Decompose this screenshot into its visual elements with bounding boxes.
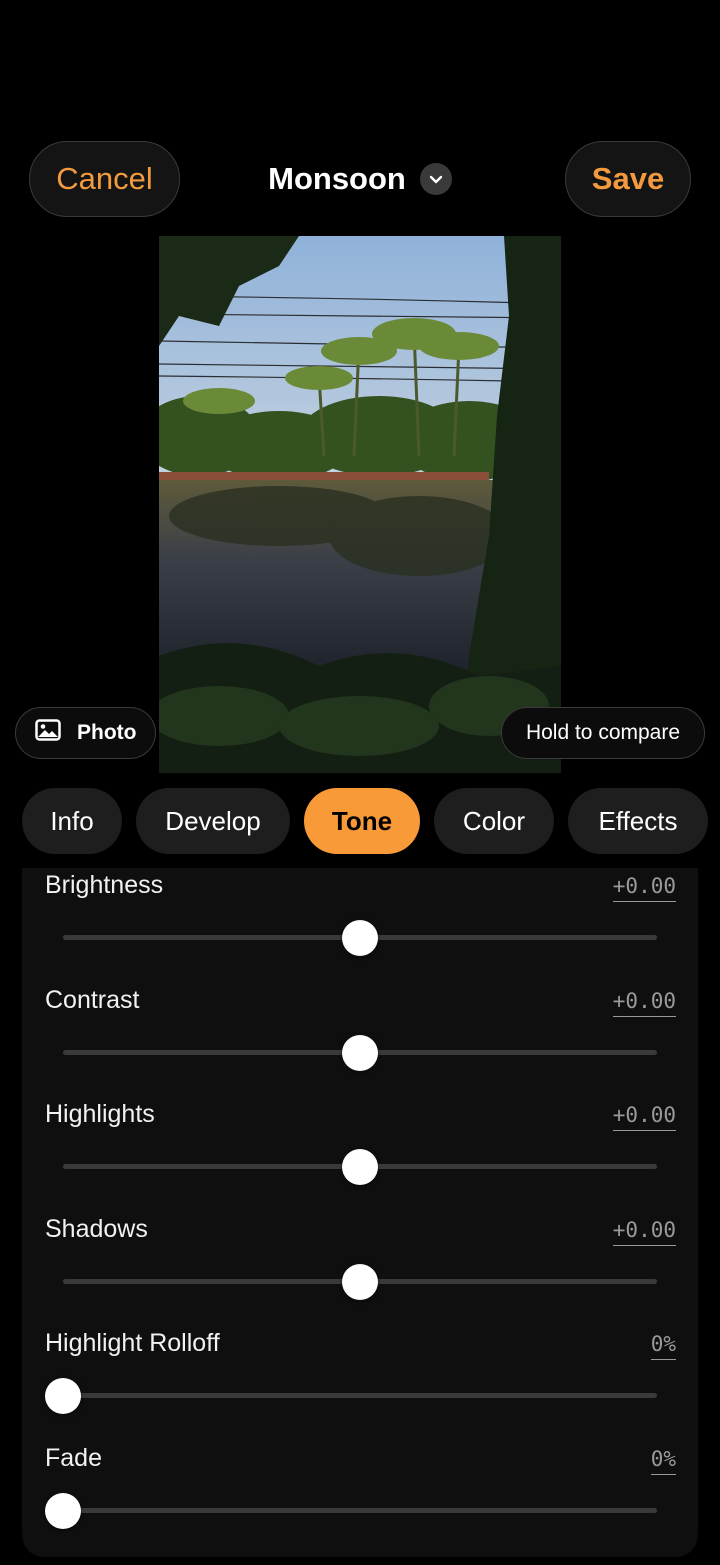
tab-color[interactable]: Color	[434, 788, 554, 854]
adjustment-value[interactable]: +0.00	[612, 1103, 676, 1131]
slider-thumb[interactable]	[342, 1035, 378, 1071]
adjustment-row-fade: Fade 0%	[22, 1444, 698, 1559]
adjustment-label: Highlight Rolloff	[45, 1329, 220, 1357]
adjustment-value[interactable]: +0.00	[612, 1218, 676, 1246]
adjustment-row-contrast: Contrast +0.00	[22, 986, 698, 1101]
adjustment-label: Brightness	[45, 871, 164, 899]
adjustment-row-brightness: Brightness +0.00	[22, 871, 698, 986]
adjustment-value[interactable]: 0%	[650, 1332, 676, 1360]
adjustment-label: Fade	[45, 1444, 102, 1472]
tool-tabs: Info Develop Tone Color Effects	[0, 788, 720, 854]
adjustment-label: Shadows	[45, 1215, 148, 1243]
photo-mode-chip[interactable]: Photo	[15, 707, 156, 759]
photo-preview[interactable]	[159, 236, 561, 773]
adjustment-value[interactable]: +0.00	[612, 989, 676, 1017]
slider-thumb[interactable]	[45, 1378, 81, 1414]
hold-to-compare-button[interactable]: Hold to compare	[501, 707, 705, 759]
adjustment-value[interactable]: +0.00	[612, 874, 676, 902]
cancel-button[interactable]: Cancel	[29, 141, 180, 217]
slider-track[interactable]	[63, 1508, 657, 1513]
tab-develop[interactable]: Develop	[136, 788, 290, 854]
photo-chip-label: Photo	[77, 721, 137, 744]
tone-adjustments-panel: Brightness +0.00 Contrast +0.00 Highligh…	[22, 868, 698, 1557]
tab-tone[interactable]: Tone	[304, 788, 420, 854]
preset-title: Monsoon	[268, 161, 406, 196]
image-icon	[35, 719, 61, 747]
adjustment-label: Contrast	[45, 986, 140, 1014]
slider-track[interactable]	[63, 1393, 657, 1398]
adjustment-row-shadows: Shadows +0.00	[22, 1215, 698, 1330]
adjustment-row-highlights: Highlights +0.00	[22, 1100, 698, 1215]
compare-label: Hold to compare	[525, 721, 681, 744]
adjustment-row-highlight-rolloff: Highlight Rolloff 0%	[22, 1329, 698, 1444]
slider-thumb[interactable]	[342, 920, 378, 956]
adjustment-label: Highlights	[45, 1100, 155, 1128]
tab-effects[interactable]: Effects	[568, 788, 708, 854]
slider-thumb[interactable]	[342, 1264, 378, 1300]
slider-thumb[interactable]	[45, 1493, 81, 1529]
preset-title-dropdown[interactable]: Monsoon	[220, 141, 500, 217]
tab-info[interactable]: Info	[22, 788, 122, 854]
save-button[interactable]: Save	[565, 141, 691, 217]
slider-thumb[interactable]	[342, 1149, 378, 1185]
adjustment-value[interactable]: 0%	[650, 1447, 676, 1475]
chevron-down-icon	[419, 163, 452, 195]
